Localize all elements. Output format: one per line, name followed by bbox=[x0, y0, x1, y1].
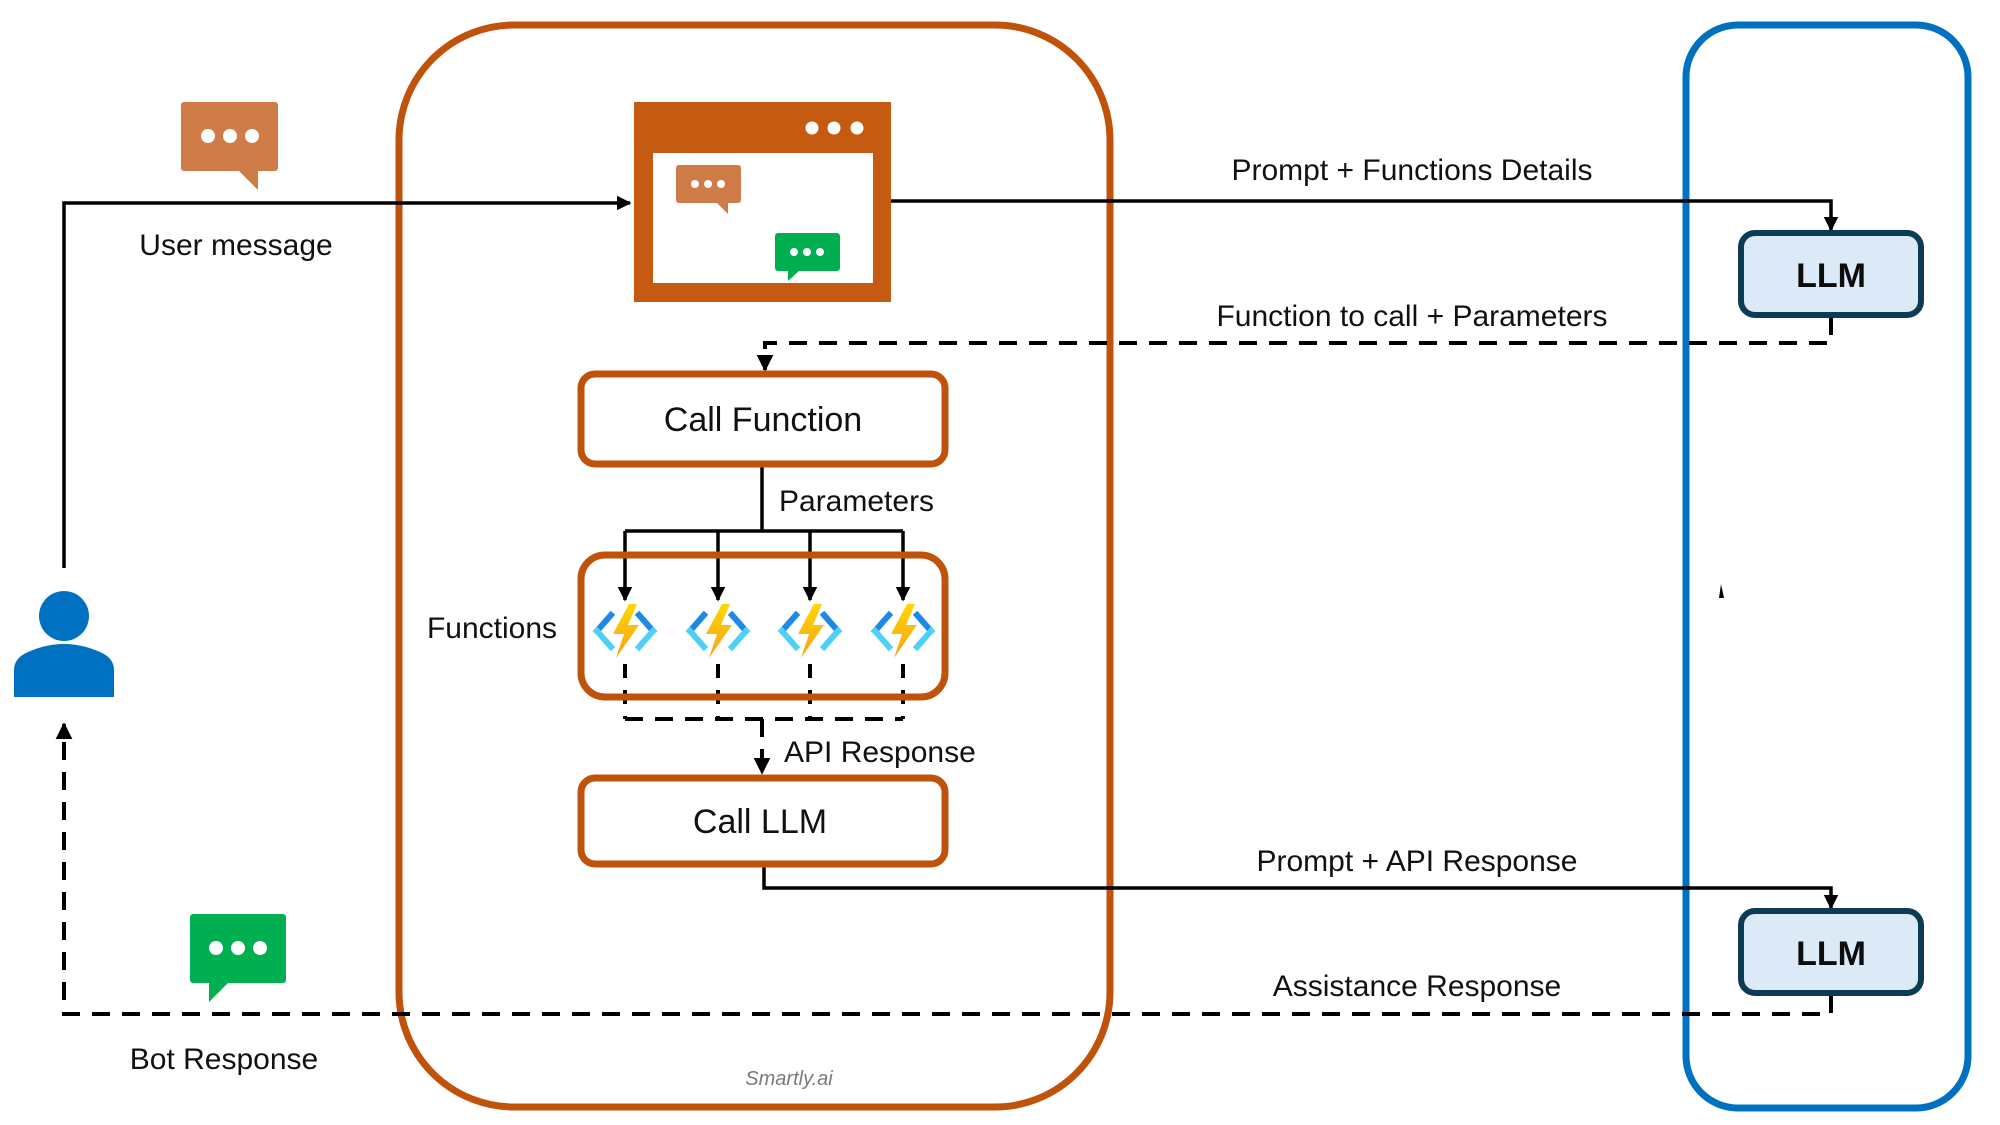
api-response-label: API Response bbox=[784, 736, 976, 769]
function-calling-diagram: Call Function Functions Call LLM LLM LLM… bbox=[14, 21, 1972, 1112]
user-icon[interactable] bbox=[14, 591, 114, 697]
azure-function-icon[interactable] bbox=[597, 604, 653, 658]
edge-prompt-functions bbox=[891, 199, 1839, 232]
azure-function-icon[interactable] bbox=[875, 604, 931, 658]
llm-1-label: LLM bbox=[1796, 257, 1866, 295]
function-response-lines bbox=[623, 664, 905, 719]
bot-response-bubble-icon bbox=[190, 914, 286, 1002]
azure-function-icon[interactable] bbox=[782, 604, 838, 658]
parameters-label: Parameters bbox=[779, 485, 934, 518]
prompt-api-response-label: Prompt + API Response bbox=[1256, 845, 1577, 878]
azure-function-icon[interactable] bbox=[690, 604, 746, 658]
user-message-label: User message bbox=[139, 229, 332, 262]
function-to-call-label: Function to call + Parameters bbox=[1216, 300, 1607, 333]
functions-label: Functions bbox=[427, 612, 557, 645]
stray-mark bbox=[1719, 584, 1724, 598]
assistance-response-label: Assistance Response bbox=[1273, 970, 1562, 1003]
chat-window-icon[interactable] bbox=[634, 102, 891, 302]
bot-response-label: Bot Response bbox=[130, 1043, 318, 1076]
call-llm-label: Call LLM bbox=[693, 803, 827, 841]
user-message-bubble-icon bbox=[181, 102, 278, 190]
prompt-functions-label: Prompt + Functions Details bbox=[1232, 154, 1593, 187]
parameter-arrows bbox=[617, 531, 911, 602]
brand-watermark: Smartly.ai bbox=[745, 1068, 833, 1090]
function-icons bbox=[597, 604, 931, 658]
llm-2-label: LLM bbox=[1796, 935, 1866, 973]
call-function-label: Call Function bbox=[664, 401, 862, 439]
